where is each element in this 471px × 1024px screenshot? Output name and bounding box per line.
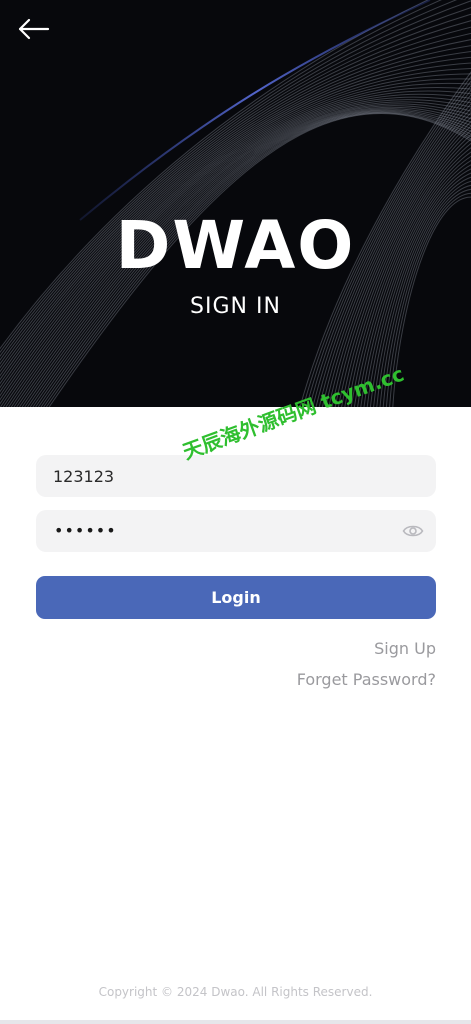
password-field[interactable]: •••••• bbox=[36, 510, 436, 552]
username-field[interactable] bbox=[36, 455, 436, 497]
hero-wave-pattern bbox=[0, 0, 471, 407]
username-input[interactable] bbox=[53, 455, 383, 497]
bottom-divider bbox=[0, 1020, 471, 1024]
hero-banner: DWAO SIGN IN bbox=[0, 0, 471, 407]
forgot-password-link[interactable]: Forget Password? bbox=[297, 670, 436, 689]
copyright-text: Copyright © 2024 Dwao. All Rights Reserv… bbox=[98, 985, 373, 999]
page-subtitle: SIGN IN bbox=[190, 294, 281, 319]
eye-icon[interactable] bbox=[402, 521, 424, 541]
password-input[interactable]: •••••• bbox=[54, 510, 117, 552]
brand-title: DWAO bbox=[115, 207, 356, 284]
login-button[interactable]: Login bbox=[36, 576, 436, 619]
sign-in-page: DWAO SIGN IN •••••• Login Sign Up Forget… bbox=[0, 0, 471, 1024]
back-button[interactable] bbox=[14, 12, 54, 46]
sign-up-link[interactable]: Sign Up bbox=[374, 639, 436, 658]
arrow-left-icon bbox=[18, 18, 50, 40]
